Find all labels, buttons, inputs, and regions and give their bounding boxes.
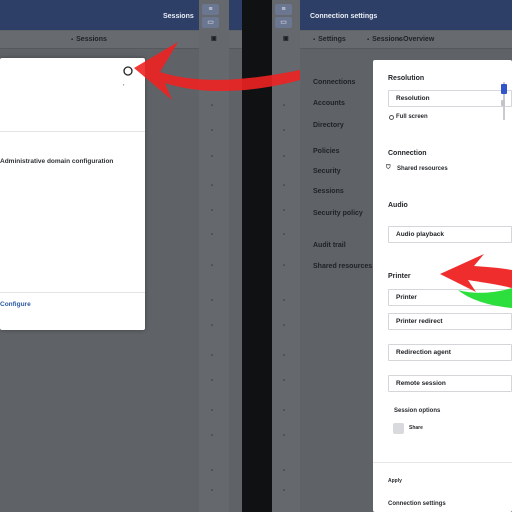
connection-settings-label: Connection settings	[388, 501, 446, 507]
slider-handle[interactable]	[501, 84, 507, 94]
rail-tab-icon[interactable]: ≡	[275, 4, 292, 15]
rail-icon[interactable]: ▫	[211, 408, 213, 414]
rail-icon[interactable]: ▫	[211, 323, 213, 329]
slider-tick	[501, 100, 505, 106]
printer-redirect-field[interactable]: Printer redirect	[388, 313, 512, 330]
audio-field[interactable]: Audio playback	[388, 226, 512, 243]
chevron-icon: ▪	[71, 37, 74, 43]
window-title: Connection settings	[310, 13, 378, 20]
fullscreen-radio[interactable]	[389, 115, 394, 120]
rail-tab-icon[interactable]: ▭	[275, 17, 292, 28]
rail-icon[interactable]: ▫	[283, 488, 285, 494]
sidebar-item[interactable]: Shared resources	[313, 263, 372, 270]
rail-icon[interactable]: ▫	[211, 298, 213, 304]
divider	[0, 292, 145, 293]
printer-field[interactable]: Printer	[388, 289, 512, 306]
breadcrumb-item[interactable]: ▪ Sessions	[71, 36, 107, 43]
section-heading: Connection	[388, 150, 427, 157]
breadcrumb-item[interactable]: ▪ Settings	[313, 36, 346, 43]
section-heading: Audio	[388, 202, 408, 209]
icon-rail: ≡ ▭ ▣ ▫ ▫ ▫ ▫ ▫ ▫ ▫ ▫ ▫ ▫ ▫ ▫ ▫ ▫ ▫ ▫	[272, 0, 300, 512]
rail-icon[interactable]: ▫	[283, 103, 285, 109]
rail-icon[interactable]: ▫	[283, 128, 285, 134]
rail-icon[interactable]: ▫	[283, 263, 285, 269]
rail-icon[interactable]: ▫	[283, 323, 285, 329]
rail-icon[interactable]: ▫	[283, 80, 285, 86]
sidebar-item[interactable]: Audit trail	[313, 242, 346, 249]
rail-icon[interactable]: ▫	[283, 154, 285, 160]
section-heading: Resolution	[388, 75, 425, 82]
rail-icon[interactable]: ▫	[211, 128, 213, 134]
rail-icon[interactable]: ▫	[211, 232, 213, 238]
rail-tab-icon[interactable]: ≡	[202, 4, 219, 15]
share-checkbox[interactable]	[393, 423, 404, 434]
rail-icon[interactable]: ▫	[283, 353, 285, 359]
remote-session-field[interactable]: Remote session	[388, 375, 512, 392]
top-bar: Connection settings	[272, 0, 512, 30]
settings-card	[373, 60, 512, 512]
breadcrumb: ▪ Settings ▪ Sessions ▪ Overview	[272, 31, 512, 49]
icon-rail: ≡ ▭ ▣ ▫ ▫ ▫ ▫ ▫ ▫ ▫ ▫ ▫ ▫ ▫ ▫ ▫ ▫ ▫ ▫	[199, 0, 229, 512]
pin-icon: ▪	[123, 82, 125, 87]
breadcrumb-item[interactable]: ▪ Overview	[398, 36, 434, 43]
sidebar-item[interactable]: Sessions	[313, 188, 344, 195]
rail-icon[interactable]: ▫	[283, 298, 285, 304]
share-label: Share	[409, 425, 423, 431]
rail-icon[interactable]: ▫	[283, 378, 285, 384]
options-label: Session options	[394, 408, 441, 414]
rail-icon[interactable]: ▣	[283, 35, 289, 42]
rail-icon[interactable]: ▫	[283, 408, 285, 414]
shared-resources-label: Shared resources	[397, 166, 448, 172]
rail-icon[interactable]: ▫	[283, 208, 285, 214]
sidebar-item[interactable]: Policies	[313, 148, 339, 155]
window-title: Sessions	[163, 13, 194, 20]
sidebar-item[interactable]: Directory	[313, 122, 344, 129]
divider	[373, 462, 512, 463]
sidebar-item[interactable]: Security	[313, 168, 341, 175]
configure-link[interactable]: Configure	[0, 301, 31, 308]
sidebar-item[interactable]: Security policy	[313, 210, 363, 217]
domain-dialog: ▪	[0, 58, 145, 330]
section-heading: Printer	[388, 273, 411, 280]
sidebar-item[interactable]: Connections	[313, 79, 355, 86]
rail-icon[interactable]: ▣	[211, 35, 217, 42]
rail-icon[interactable]: ▫	[211, 103, 213, 109]
fullscreen-label: Full screen	[396, 114, 428, 120]
rail-tab-icon[interactable]: ▭	[202, 17, 219, 28]
rail-icon[interactable]: ▫	[211, 263, 213, 269]
sidebar-item[interactable]: Accounts	[313, 100, 345, 107]
rail-icon[interactable]: ▫	[211, 80, 213, 86]
shield-icon: ⛉	[386, 165, 391, 171]
rail-icon[interactable]: ▫	[283, 183, 285, 189]
divider	[0, 131, 145, 132]
rail-icon[interactable]: ▫	[283, 232, 285, 238]
rail-icon[interactable]: ▫	[283, 468, 285, 474]
resolution-field[interactable]: Resolution	[388, 90, 512, 107]
apply-button[interactable]: Apply	[388, 478, 402, 484]
rail-icon[interactable]: ▫	[211, 154, 213, 160]
close-icon[interactable]	[121, 64, 135, 78]
rail-icon[interactable]: ▫	[211, 468, 213, 474]
rail-icon[interactable]: ▫	[211, 353, 213, 359]
dialog-description: Administrative domain configuration	[0, 158, 114, 165]
rail-icon[interactable]: ▫	[283, 433, 285, 439]
rail-icon[interactable]: ▫	[211, 378, 213, 384]
rail-icon[interactable]: ▫	[211, 433, 213, 439]
rail-icon[interactable]: ▫	[211, 488, 213, 494]
pane-divider[interactable]	[242, 0, 272, 512]
rail-icon[interactable]: ▫	[211, 183, 213, 189]
rail-icon[interactable]: ▫	[211, 208, 213, 214]
redirection-field[interactable]: Redirection agent	[388, 344, 512, 361]
